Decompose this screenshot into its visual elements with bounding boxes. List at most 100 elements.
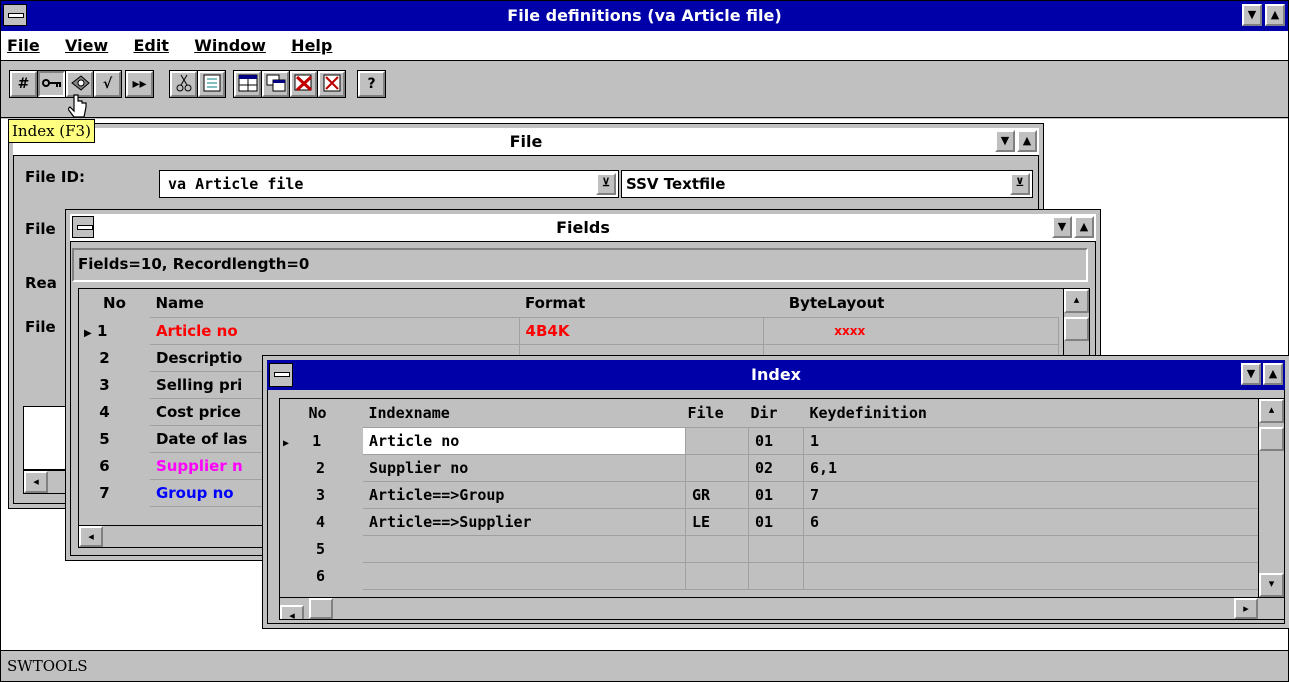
- index-window-title-bar[interactable]: Index ▼ ▲: [267, 360, 1285, 390]
- index-row[interactable]: 3 Article==>Group GR 01 7: [280, 480, 1260, 509]
- cascade-button[interactable]: [262, 71, 289, 97]
- index-dir[interactable]: 02: [748, 453, 804, 482]
- fields-system-menu-button[interactable]: [72, 216, 94, 238]
- index-row[interactable]: 6: [280, 561, 1260, 590]
- index-dir[interactable]: 01: [748, 480, 804, 509]
- file-type-combo[interactable]: SSV Textfile ⊻: [621, 170, 1033, 198]
- index-key[interactable]: 6,1: [803, 453, 1260, 482]
- field-layout[interactable]: xxxx: [763, 316, 1059, 345]
- index-dir[interactable]: 01: [748, 426, 804, 455]
- index-row[interactable]: 4 Article==>Supplier LE 01 6: [280, 507, 1260, 536]
- fields-minimize-button[interactable]: ▼: [1052, 216, 1072, 238]
- index-file[interactable]: [685, 426, 749, 455]
- field-name[interactable]: Article no: [148, 316, 520, 345]
- run-button[interactable]: ▸▸: [126, 71, 153, 97]
- index-name[interactable]: Article==>Supplier: [362, 507, 686, 536]
- file-id-label: File ID:: [25, 168, 85, 186]
- index-dir[interactable]: [748, 561, 804, 590]
- tile-button[interactable]: [234, 71, 261, 97]
- field-format[interactable]: 4B4K: [518, 316, 765, 345]
- index-no: 4: [316, 512, 326, 531]
- index-row[interactable]: 2 Supplier no 02 6,1: [280, 453, 1260, 482]
- fields-maximize-button[interactable]: ▲: [1074, 216, 1094, 238]
- index-file[interactable]: [685, 453, 749, 482]
- index-hscroll[interactable]: ◂ ▸: [280, 597, 1284, 619]
- file-id-combo[interactable]: va Article file ⊻: [159, 170, 619, 198]
- index-file[interactable]: LE: [685, 507, 749, 536]
- index-grid[interactable]: No Indexname File Dir Keydefinition ▶ 1 A…: [279, 398, 1285, 620]
- file-type-dropdown-button[interactable]: ⊻: [1010, 173, 1030, 195]
- document-icon: [203, 74, 220, 92]
- toolbar-group-2: ▸▸: [125, 70, 154, 98]
- index-vscroll[interactable]: ▴ ▾: [1258, 399, 1284, 597]
- fields-hscroll[interactable]: ◂: [79, 525, 269, 547]
- index-scroll-thumb[interactable]: [1259, 427, 1284, 451]
- index-row[interactable]: ▶ 1 Article no 01 1: [280, 426, 1260, 455]
- file-window-minimize-button[interactable]: ▼: [995, 130, 1015, 152]
- index-key[interactable]: 6: [803, 507, 1260, 536]
- index-name[interactable]: [362, 534, 686, 563]
- index-system-menu-button[interactable]: [269, 363, 293, 387]
- menu-window[interactable]: Window: [184, 31, 276, 61]
- close-all-button[interactable]: [290, 71, 317, 97]
- index-minimize-button[interactable]: ▼: [1241, 363, 1261, 385]
- index-col-no: No: [280, 399, 363, 427]
- index-name[interactable]: [362, 561, 686, 590]
- fields-row[interactable]: ▶ 1 Article no 4B4K xxxx: [79, 316, 1059, 345]
- fields-scroll-left-button[interactable]: ◂: [79, 526, 103, 547]
- index-name[interactable]: Article==>Group: [362, 480, 686, 509]
- menu-bar: File View Edit Window Help: [1, 31, 1288, 61]
- index-scroll-right-button[interactable]: ▸: [1234, 598, 1258, 619]
- file-id-value: va Article file: [168, 175, 304, 193]
- close-window-button[interactable]: [318, 71, 345, 97]
- field-no: 6: [99, 456, 110, 475]
- document-button[interactable]: [198, 71, 225, 97]
- index-scroll-up-button[interactable]: ▴: [1259, 399, 1284, 423]
- fields-col-layout: ByteLayout: [763, 289, 1059, 317]
- menu-view[interactable]: View: [55, 31, 118, 61]
- index-col-key: Keydefinition: [803, 399, 1260, 427]
- help-button[interactable]: ?: [358, 71, 385, 97]
- index-hscroll-thumb[interactable]: [309, 598, 334, 619]
- index-key[interactable]: [803, 561, 1260, 590]
- index-name[interactable]: Supplier no: [362, 453, 686, 482]
- index-dir[interactable]: 01: [748, 507, 804, 536]
- file-scroll-left-button[interactable]: ◂: [24, 471, 48, 493]
- index-row[interactable]: 5: [280, 534, 1260, 563]
- index-key[interactable]: 7: [803, 480, 1260, 509]
- index-file[interactable]: [685, 561, 749, 590]
- cut-button[interactable]: [170, 71, 197, 97]
- index-key-button[interactable]: [38, 71, 65, 97]
- check-button[interactable]: √: [94, 71, 121, 97]
- fields-tool-button[interactable]: #: [10, 71, 37, 97]
- fields-scroll-thumb[interactable]: [1064, 317, 1089, 341]
- menu-edit[interactable]: Edit: [123, 31, 179, 61]
- menu-help[interactable]: Help: [281, 31, 342, 61]
- fields-window-title-bar[interactable]: Fields ▼ ▲: [70, 214, 1096, 242]
- toolbar-group-4: [233, 70, 346, 98]
- index-maximize-button[interactable]: ▲: [1263, 363, 1283, 385]
- index-scroll-left-button[interactable]: ◂: [280, 605, 304, 619]
- file-type-value: SSV Textfile: [626, 175, 726, 193]
- index-file[interactable]: GR: [685, 480, 749, 509]
- minimize-button[interactable]: ▼: [1242, 4, 1262, 26]
- file-window-maximize-button[interactable]: ▲: [1017, 130, 1037, 152]
- index-file[interactable]: [685, 534, 749, 563]
- index-key[interactable]: [803, 534, 1260, 563]
- main-title-bar[interactable]: File definitions (va Article file) ▼ ▲: [1, 1, 1288, 31]
- fields-col-format: Format: [519, 289, 764, 317]
- menu-file[interactable]: File: [1, 31, 50, 61]
- index-dir[interactable]: [748, 534, 804, 563]
- index-name[interactable]: Article no: [362, 426, 686, 455]
- maximize-button[interactable]: ▲: [1265, 4, 1285, 26]
- index-no: 6: [316, 566, 326, 585]
- index-key[interactable]: 1: [803, 426, 1260, 455]
- index-scroll-down-button[interactable]: ▾: [1259, 573, 1284, 597]
- index-no: 5: [316, 539, 326, 558]
- tile-icon: [238, 74, 257, 92]
- system-menu-button[interactable]: [3, 4, 27, 26]
- pointer-cursor-icon: [68, 94, 87, 118]
- fields-scroll-up-button[interactable]: ▴: [1064, 289, 1089, 313]
- file-id-dropdown-button[interactable]: ⊻: [596, 173, 616, 195]
- file-window-title-bar[interactable]: File ▼ ▲: [13, 128, 1039, 156]
